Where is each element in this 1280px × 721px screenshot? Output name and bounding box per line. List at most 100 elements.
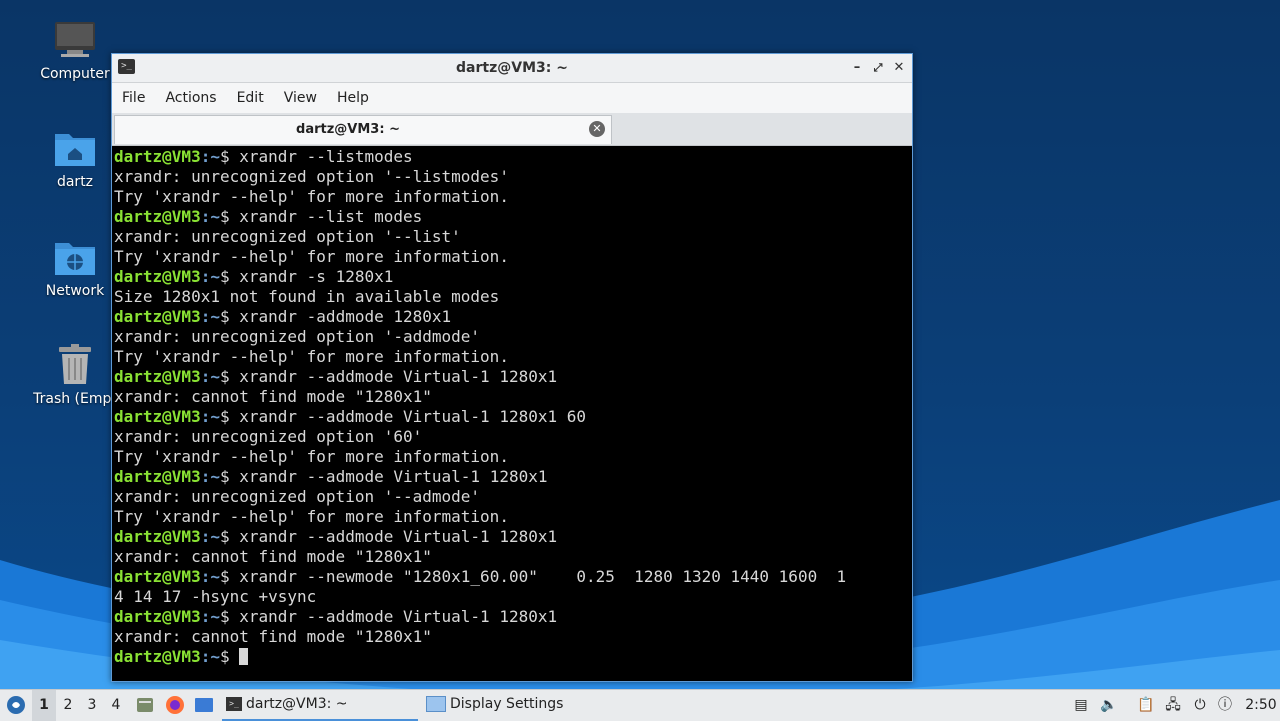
prompt-path: :~ (200, 467, 220, 486)
maximize-button[interactable]: ⤢ (868, 58, 888, 78)
line-text: xrandr: cannot find mode "1280x1" (114, 627, 432, 646)
file-manager-launcher[interactable] (134, 690, 156, 721)
line-text: xrandr -addmode 1280x1 (239, 307, 452, 326)
task-display-settings[interactable]: Display Settings (422, 690, 606, 719)
line-text: xrandr: cannot find mode "1280x1" (114, 547, 432, 566)
menu-help[interactable]: Help (327, 83, 379, 113)
prompt-user: dartz@VM3 (114, 407, 201, 426)
line-text: xrandr --newmode "1280x1_60.00" 0.25 128… (239, 567, 847, 586)
network-tray-icon[interactable]: 🖧 (1163, 690, 1183, 721)
prompt-path: :~ (200, 607, 220, 626)
display-settings-icon (426, 696, 446, 712)
text-cursor (239, 648, 249, 665)
prompt-symbol: $ (219, 207, 240, 226)
terminal-output-line: Try 'xrandr --help' for more information… (114, 347, 908, 367)
prompt-user: dartz@VM3 (114, 307, 201, 326)
terminal-output-line: xrandr: cannot find mode "1280x1" (114, 387, 908, 407)
terminal-window[interactable]: >_ dartz@VM3: ~ – ⤢ ✕ File Actions Edit Vie… (111, 53, 913, 682)
desktop-launcher[interactable] (193, 690, 215, 721)
close-button[interactable]: ✕ (889, 58, 909, 78)
prompt-symbol: $ (219, 647, 240, 666)
taskbar: 1 2 3 4 >_ dartz@VM3: ~ Display Settings … (0, 689, 1280, 721)
firefox-launcher[interactable] (164, 690, 186, 721)
prompt-symbol: $ (219, 147, 240, 166)
line-text: Size 1280x1 not found in available modes (114, 287, 500, 306)
clock[interactable]: 2:50 (1245, 690, 1277, 721)
clipboard-icon[interactable]: 📋 (1136, 690, 1156, 721)
notification-icon[interactable]: ⓘ (1215, 690, 1235, 721)
terminal-command-line: dartz@VM3:~$ xrandr --newmode "1280x1_60… (114, 567, 908, 587)
window-titlebar[interactable]: >_ dartz@VM3: ~ – ⤢ ✕ (112, 54, 912, 83)
power-icon[interactable]: ⏻ (1190, 690, 1210, 721)
line-text: xrandr: cannot find mode "1280x1" (114, 387, 432, 406)
prompt-path: :~ (200, 207, 220, 226)
line-text: xrandr --addmode Virtual-1 1280x1 (239, 607, 558, 626)
tray-updates-icon[interactable]: ▤ (1071, 690, 1091, 721)
line-text: xrandr: unrecognized option '--admode' (114, 487, 481, 506)
prompt-path: :~ (200, 267, 220, 286)
terminal-command-line: dartz@VM3:~$ xrandr --admode Virtual-1 1… (114, 467, 908, 487)
window-title: dartz@VM3: ~ (456, 60, 568, 76)
prompt-user: dartz@VM3 (114, 367, 201, 386)
prompt-user: dartz@VM3 (114, 567, 201, 586)
volume-icon[interactable]: 🔈 (1099, 690, 1119, 721)
terminal-output-line: xrandr: cannot find mode "1280x1" (114, 627, 908, 647)
line-text: xrandr: unrecognized option '60' (114, 427, 423, 446)
terminal-output-line: Try 'xrandr --help' for more information… (114, 507, 908, 527)
prompt-path: :~ (200, 367, 220, 386)
prompt-path: :~ (200, 567, 220, 586)
computer-icon (55, 22, 95, 57)
trash-icon (59, 344, 91, 384)
tab-close-icon[interactable]: ✕ (589, 121, 605, 137)
task-terminal[interactable]: >_ dartz@VM3: ~ (222, 690, 418, 721)
prompt-symbol: $ (219, 367, 240, 386)
terminal-task-icon: >_ (226, 697, 242, 711)
network-folder-icon (55, 243, 95, 275)
prompt-user: dartz@VM3 (114, 647, 201, 666)
show-desktop-icon (195, 698, 213, 712)
file-manager-icon (137, 698, 153, 712)
terminal-command-line: dartz@VM3:~$ xrandr --addmode Virtual-1 … (114, 407, 908, 427)
line-text: Try 'xrandr --help' for more information… (114, 507, 509, 526)
line-text: 4 14 17 -hsync +vsync (114, 587, 317, 606)
line-text: xrandr: unrecognized option '--listmodes… (114, 167, 509, 186)
line-text: Try 'xrandr --help' for more information… (114, 447, 509, 466)
menu-view[interactable]: View (274, 83, 327, 113)
workspace-1[interactable]: 1 (32, 690, 56, 721)
prompt-symbol: $ (219, 527, 240, 546)
home-folder-icon (55, 134, 95, 166)
terminal-output-line: xrandr: unrecognized option '--listmodes… (114, 167, 908, 187)
line-text: Try 'xrandr --help' for more information… (114, 187, 509, 206)
terminal-tab[interactable]: dartz@VM3: ~ ✕ (114, 115, 612, 144)
prompt-symbol: $ (219, 567, 240, 586)
terminal-output[interactable]: dartz@VM3:~$ xrandr --listmodes xrandr: u… (114, 147, 908, 677)
terminal-output-line: xrandr: unrecognized option '--list' (114, 227, 908, 247)
task-label: Display Settings (450, 696, 564, 712)
line-text: xrandr --addmode Virtual-1 1280x1 60 (239, 407, 587, 426)
prompt-user: dartz@VM3 (114, 527, 201, 546)
menu-edit[interactable]: Edit (227, 83, 274, 113)
line-text: xrandr: unrecognized option '-addmode' (114, 327, 481, 346)
terminal-command-line: dartz@VM3:~$ xrandr --addmode Virtual-1 … (114, 607, 908, 627)
prompt-path: :~ (200, 647, 220, 666)
workspace-2[interactable]: 2 (56, 690, 80, 721)
workspace-3[interactable]: 3 (80, 690, 104, 721)
workspace-4[interactable]: 4 (104, 690, 128, 721)
minimize-button[interactable]: – (847, 58, 867, 78)
prompt-user: dartz@VM3 (114, 607, 201, 626)
menu-actions[interactable]: Actions (155, 83, 226, 113)
terminal-output-line: Try 'xrandr --help' for more information… (114, 187, 908, 207)
prompt-path: :~ (200, 307, 220, 326)
prompt-path: :~ (200, 407, 220, 426)
menu-bar: File Actions Edit View Help (112, 83, 912, 113)
app-menu-button[interactable] (4, 690, 28, 721)
terminal-output-line: xrandr: unrecognized option '60' (114, 427, 908, 447)
terminal-output-line: xrandr: cannot find mode "1280x1" (114, 547, 908, 567)
line-text: xrandr --addmode Virtual-1 1280x1 (239, 367, 558, 386)
prompt-symbol: $ (219, 467, 240, 486)
prompt-user: dartz@VM3 (114, 467, 201, 486)
firefox-icon (166, 696, 184, 714)
menu-file[interactable]: File (112, 83, 155, 113)
line-text: Try 'xrandr --help' for more information… (114, 347, 509, 366)
terminal-command-line: dartz@VM3:~$ xrandr --list modes (114, 207, 908, 227)
